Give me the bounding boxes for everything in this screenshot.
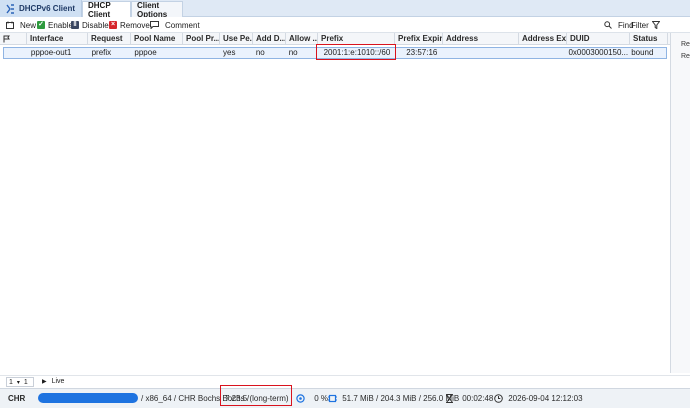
clock-icon — [494, 394, 503, 404]
cell-address — [442, 48, 518, 58]
column-header-interface[interactable]: Interface — [27, 33, 88, 45]
app-tab-dhcpv6-client[interactable]: DHCPv6 Client — [0, 0, 82, 17]
disable-button[interactable]: ‖ Disable — [71, 18, 109, 32]
cell-address-expires — [518, 48, 566, 58]
cell-status: bound — [631, 48, 654, 57]
pause-icon: ‖ — [71, 21, 79, 29]
column-header-status[interactable]: Status — [630, 33, 668, 45]
tab-client-options[interactable]: Client Options — [131, 1, 183, 19]
status-bar: CHR / x86_64 / CHR Bochs Bochs / 7.23.5 … — [0, 388, 690, 408]
version-highlight-box — [220, 385, 292, 406]
chevron-down-icon: ▾ — [16, 380, 20, 386]
page-select[interactable]: 1 ▾ 1 — [6, 377, 34, 387]
column-header-flag[interactable] — [0, 33, 27, 45]
column-header-address[interactable]: Address — [443, 33, 519, 45]
cpu-icon — [296, 394, 305, 404]
filter-icon — [651, 21, 660, 29]
side-label-1: Re — [681, 41, 690, 48]
column-header-use-peer[interactable]: Use Pe... — [220, 33, 253, 45]
cell-add-default: no — [255, 48, 265, 57]
close-icon: × — [109, 21, 117, 29]
flag-icon — [3, 35, 10, 43]
cell-use-peer: yes — [223, 48, 236, 57]
comment-button[interactable]: Comment — [150, 18, 200, 32]
cell-duid: 0x0003000150... — [568, 48, 629, 57]
cell-flag — [4, 48, 28, 58]
prefix-highlight-box — [316, 44, 396, 60]
search-icon — [604, 21, 612, 29]
hourglass-icon — [446, 394, 453, 404]
cpu-usage: 0 % — [296, 393, 328, 405]
cell-pool-name: pppoe — [134, 48, 157, 57]
app-tab-label: DHCPv6 Client — [19, 4, 76, 13]
side-label-2: Re — [681, 53, 690, 60]
check-icon: ✓ — [37, 21, 45, 29]
column-header-prefix-expires[interactable]: Prefix Expir... — [395, 33, 443, 45]
column-header-request[interactable]: Request — [88, 33, 131, 45]
pager: 1 ▾ 1 ▶ Live — [0, 375, 690, 387]
redacted-identity — [38, 393, 138, 403]
tab-dhcp-client[interactable]: DHCP Client — [82, 1, 131, 19]
column-header-address-expires[interactable]: Address Ex... — [519, 33, 567, 45]
memory-usage: 51.7 MiB / 204.3 MiB / 256.0 MiB — [328, 393, 459, 405]
cell-allow: no — [288, 48, 298, 57]
identity-prefix: CHR — [8, 394, 26, 403]
cell-interface: pppoe-out1 — [30, 48, 72, 57]
find-button[interactable]: Find — [604, 18, 634, 32]
cell-request: prefix — [91, 48, 112, 57]
column-header-pool-prefix[interactable]: Pool Pr... — [183, 33, 220, 45]
cell-prefix-expires: 23:57:16 — [406, 48, 438, 57]
column-header-allow[interactable]: Allow ... — [286, 33, 318, 45]
toolbar: New ✓ Enable ‖ Disable × Remove Comment … — [0, 17, 690, 33]
title-tabbar: DHCPv6 Client DHCP Client Client Options — [0, 0, 690, 19]
dhcp-icon — [6, 3, 14, 14]
column-header-pool-name[interactable]: Pool Name — [131, 33, 183, 45]
cell-pool-prefix — [183, 48, 220, 58]
new-button[interactable]: New — [6, 18, 36, 32]
remove-button[interactable]: × Remove — [109, 18, 150, 32]
uptime: 00:02:48 — [446, 393, 493, 405]
column-header-duid[interactable]: DUID — [567, 33, 630, 45]
live-toggle[interactable]: ▶ Live — [42, 377, 64, 387]
filter-button[interactable]: Filter — [631, 18, 663, 32]
play-icon: ▶ — [42, 379, 47, 385]
new-icon — [6, 21, 14, 29]
vertical-scrollbar[interactable] — [670, 33, 690, 373]
page-number: 1 — [23, 379, 28, 386]
memory-icon — [328, 395, 337, 403]
date-time: 2026-09-04 12:12:03 — [494, 393, 583, 405]
column-header-add-default[interactable]: Add D... — [253, 33, 286, 45]
enable-button[interactable]: ✓ Enable — [37, 18, 73, 32]
comment-icon — [150, 21, 159, 29]
